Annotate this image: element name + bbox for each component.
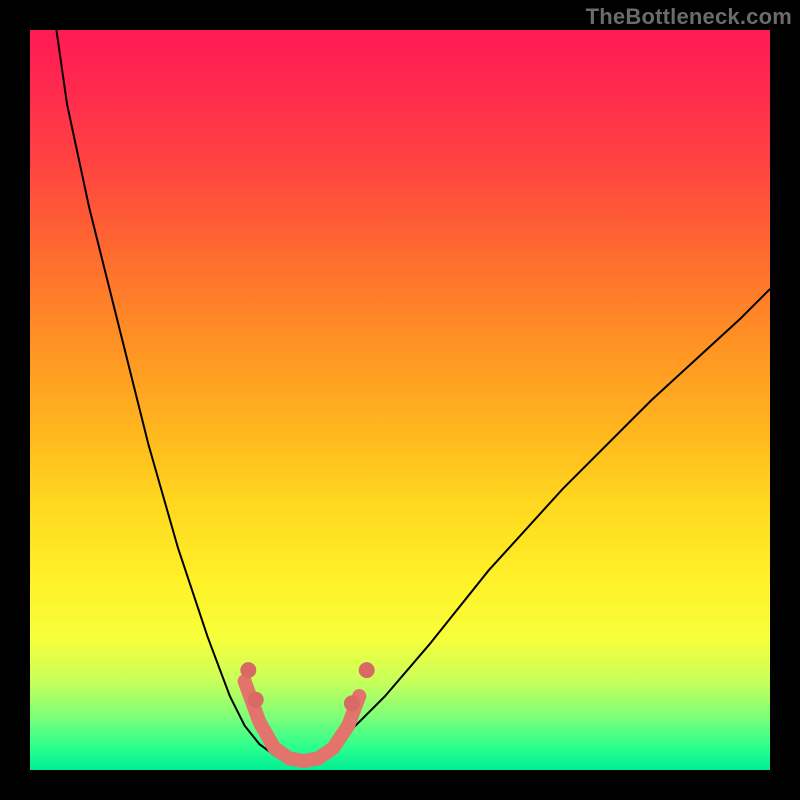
plot-area	[30, 30, 770, 770]
highlight-dot	[359, 662, 375, 678]
highlight-dot	[344, 695, 360, 711]
chart-container: { "watermark": "TheBottleneck.com", "col…	[0, 0, 800, 800]
highlight-dot	[240, 662, 256, 678]
curve-left-branch	[52, 30, 296, 763]
valley-highlight-segment	[245, 681, 360, 761]
watermark-text: TheBottleneck.com	[586, 4, 792, 30]
curve-right-branch	[296, 289, 770, 763]
highlight-dots-group	[240, 662, 374, 711]
highlight-dot	[248, 692, 264, 708]
curve-layer	[30, 30, 770, 770]
